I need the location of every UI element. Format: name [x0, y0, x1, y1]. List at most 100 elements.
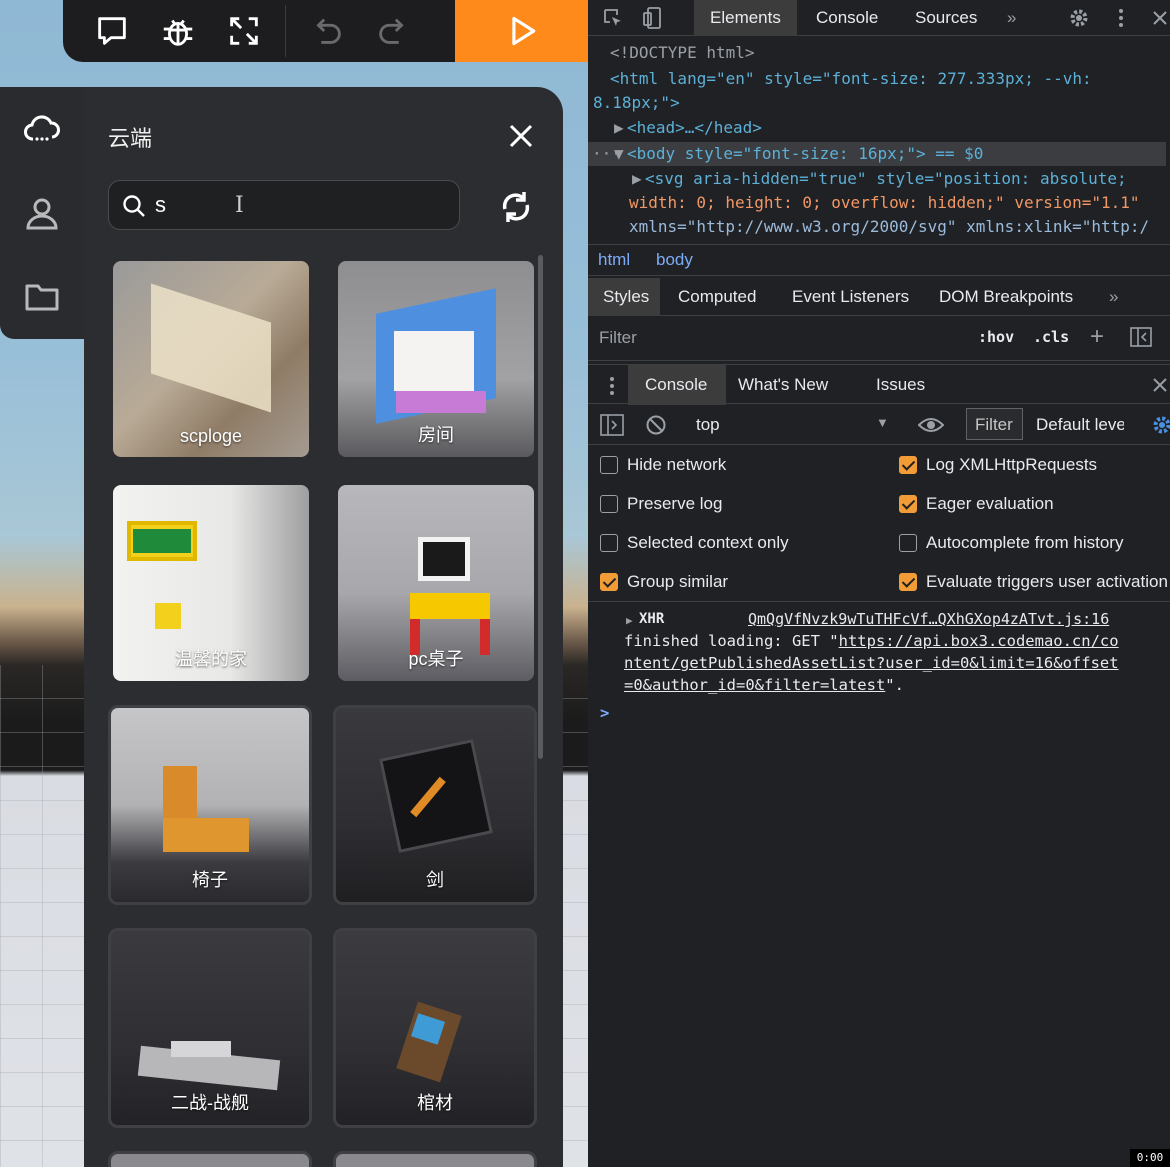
log-url-link[interactable]: https://api.box3.codemao.cn/co: [839, 632, 1119, 650]
setting-preserve-log[interactable]: Preserve log: [600, 493, 722, 515]
checkbox[interactable]: [600, 534, 618, 552]
checkbox[interactable]: [899, 495, 917, 513]
side-item-cloud[interactable]: [0, 87, 84, 171]
setting-evaluate-triggers[interactable]: Evaluate triggers user activation: [899, 571, 1170, 593]
dom-body[interactable]: <body style="font-size: 16px;"> == $0: [627, 142, 983, 167]
asset-name: 棺材: [417, 1093, 453, 1113]
tab-event-listeners[interactable]: Event Listeners: [792, 287, 909, 307]
checkbox[interactable]: [600, 495, 618, 513]
setting-label: Selected context only: [627, 533, 789, 552]
checkbox[interactable]: [600, 573, 618, 591]
asset-card[interactable]: 棺材: [333, 928, 537, 1128]
tab-console[interactable]: Console: [816, 8, 878, 28]
comment-button[interactable]: [79, 0, 145, 62]
checkbox[interactable]: [899, 573, 917, 591]
checkbox[interactable]: [899, 534, 917, 552]
redo-button[interactable]: [360, 0, 426, 62]
asset-name: scploge: [179, 426, 243, 446]
log-source-link[interactable]: QmQgVfNvzk9wTuTHFcVf…QXhGXop4zATvt.js:16: [748, 608, 1109, 630]
log-url-link[interactable]: =0&author_id=0&filter=latest: [624, 676, 885, 694]
chevron-down-icon[interactable]: ▼: [876, 415, 889, 430]
asset-card[interactable]: 剑: [333, 705, 537, 905]
breadcrumb: html body: [588, 244, 1170, 276]
collapse-arrow-icon[interactable]: ▼: [614, 142, 624, 167]
hov-toggle[interactable]: :hov: [978, 328, 1014, 346]
setting-autocomplete-history[interactable]: Autocomplete from history: [899, 532, 1123, 554]
undo-button[interactable]: [294, 0, 360, 62]
tab-elements[interactable]: Elements: [694, 0, 797, 36]
log-url-link[interactable]: ntent/getPublishedAssetList?user_id=0&li…: [624, 652, 1119, 674]
setting-hide-network[interactable]: Hide network: [600, 454, 726, 476]
fullscreen-button[interactable]: [211, 0, 277, 62]
asset-card-partial[interactable]: [333, 1151, 537, 1167]
expand-arrow-icon[interactable]: ▶: [632, 167, 642, 192]
debug-button[interactable]: [145, 0, 211, 62]
drawer-menu-icon[interactable]: [608, 375, 616, 397]
drawer-tab-whats-new[interactable]: What's New: [738, 375, 828, 395]
show-sidebar-icon[interactable]: [600, 414, 624, 436]
setting-eager-evaluation[interactable]: Eager evaluation: [899, 493, 1054, 515]
console-prompt[interactable]: >: [600, 702, 609, 724]
dom-html-open[interactable]: <html lang="en" style="font-size: 277.33…: [610, 67, 1092, 92]
breadcrumb-html[interactable]: html: [598, 250, 630, 270]
search-input[interactable]: [155, 190, 445, 220]
setting-group-similar[interactable]: Group similar: [600, 571, 728, 593]
asset-card[interactable]: 温馨的家: [113, 485, 309, 681]
scrollbar-thumb[interactable]: [538, 255, 543, 759]
play-icon: [511, 16, 535, 46]
more-tabs-icon[interactable]: »: [1109, 287, 1118, 307]
toggle-sidebar-icon[interactable]: [1130, 327, 1152, 347]
dom-svg[interactable]: <svg aria-hidden="true" style="position:…: [645, 167, 1127, 192]
log-levels-dropdown[interactable]: Default levels: [1036, 415, 1124, 435]
refresh-icon[interactable]: [496, 187, 536, 227]
search-box[interactable]: I: [108, 180, 460, 230]
eye-icon[interactable]: [918, 415, 944, 435]
kebab-menu-icon[interactable]: [1116, 7, 1126, 29]
dom-head[interactable]: <head>…</head>: [627, 116, 762, 141]
breadcrumb-body[interactable]: body: [656, 250, 693, 270]
styles-filter-bar: Filter :hov .cls +: [588, 317, 1170, 361]
context-selector[interactable]: top: [696, 415, 720, 435]
side-item-folder[interactable]: [0, 255, 84, 339]
checkbox[interactable]: [899, 456, 917, 474]
close-icon[interactable]: [504, 119, 538, 153]
asset-card[interactable]: 椅子: [108, 705, 312, 905]
expand-arrow-icon[interactable]: ▶: [614, 116, 624, 141]
asset-card[interactable]: 二战-战舰: [108, 928, 312, 1128]
tab-styles[interactable]: Styles: [603, 287, 649, 307]
close-devtools-icon[interactable]: [1152, 10, 1168, 26]
clear-console-icon[interactable]: [645, 414, 667, 436]
console-log: ▶ XHR QmQgVfNvzk9wTuTHFcVf…QXhGXop4zATvt…: [588, 604, 1170, 724]
tab-sources[interactable]: Sources: [915, 8, 977, 28]
styles-filter-input[interactable]: Filter: [599, 328, 637, 348]
setting-log-xhr[interactable]: Log XMLHttpRequests: [899, 454, 1097, 476]
add-rule-icon[interactable]: +: [1090, 323, 1104, 351]
more-tabs-icon[interactable]: »: [1007, 8, 1016, 28]
drawer-tab-issues[interactable]: Issues: [876, 375, 925, 395]
console-settings-icon[interactable]: [1151, 414, 1170, 436]
console-toolbar: top ▼ Filter Default levels: [588, 405, 1170, 445]
device-toolbar-icon[interactable]: [642, 6, 664, 30]
dom-doctype[interactable]: <!DOCTYPE html>: [610, 41, 755, 66]
gear-icon[interactable]: [1068, 7, 1090, 29]
asset-card[interactable]: pc桌子: [338, 485, 534, 681]
drawer-tab-console[interactable]: Console: [645, 375, 707, 395]
redo-icon: [379, 18, 404, 44]
side-item-user[interactable]: [0, 171, 84, 255]
tab-dom-breakpoints[interactable]: DOM Breakpoints: [939, 287, 1073, 307]
asset-card[interactable]: 房间: [338, 261, 534, 457]
cls-toggle[interactable]: .cls: [1033, 328, 1069, 346]
close-drawer-icon[interactable]: [1152, 377, 1168, 393]
inspect-icon[interactable]: [602, 7, 624, 29]
expand-arrow-icon[interactable]: ▶: [626, 610, 633, 632]
setting-selected-context[interactable]: Selected context only: [600, 532, 789, 554]
asset-card-partial[interactable]: [108, 1151, 312, 1167]
asset-card[interactable]: scploge: [113, 261, 309, 457]
checkbox[interactable]: [600, 456, 618, 474]
run-button[interactable]: [455, 0, 588, 62]
cloud-icon: [24, 115, 60, 141]
tab-computed[interactable]: Computed: [678, 287, 756, 307]
console-filter-input[interactable]: Filter: [966, 408, 1023, 440]
log-message: finished loading: GET "https://api.box3.…: [624, 630, 1119, 652]
game-viewport[interactable]: 云端 I scploge 房间: [0, 0, 588, 1167]
